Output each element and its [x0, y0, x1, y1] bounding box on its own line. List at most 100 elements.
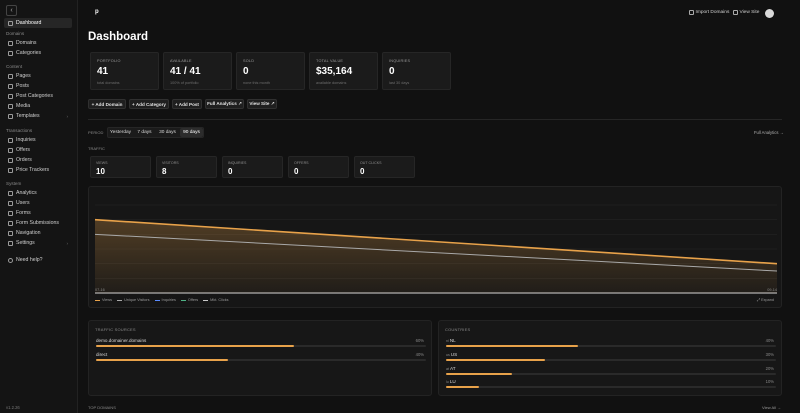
sidebar-item-label: Analytics	[16, 190, 37, 196]
period-option-30-days[interactable]: 30 days	[156, 128, 179, 137]
country-bar-fill	[446, 359, 545, 361]
legend-item-inquiries[interactable]: Inquiries	[154, 298, 176, 302]
traffic-card-out-clicks: OUT CLICKS 0	[354, 156, 415, 178]
help-icon	[8, 257, 13, 263]
sidebar-item-label: Pages	[16, 73, 31, 79]
sidebar-item-users[interactable]: Users	[4, 198, 72, 208]
stat-label: INQUIRIES	[389, 59, 411, 63]
import-domains-link[interactable]: Import Domains	[689, 10, 729, 15]
globe-icon	[8, 40, 13, 46]
add-category-button[interactable]: + Add Category	[129, 99, 169, 109]
stat-sub: none this month	[243, 81, 271, 85]
chevron-left-icon[interactable]: ‹	[6, 5, 17, 16]
chart-icon	[8, 190, 13, 196]
period-option-yesterday[interactable]: Yesterday	[108, 128, 133, 137]
country-bar-track	[446, 359, 776, 361]
add-domain-button[interactable]: + Add Domain	[88, 99, 126, 109]
legend-swatch	[95, 299, 100, 301]
add-post-button[interactable]: + Add Post	[172, 99, 202, 109]
sidebar-item-templates[interactable]: Templates ›	[4, 111, 72, 121]
traffic-card-views: VIEWS 10	[90, 156, 151, 178]
sidebar-item-orders[interactable]: Orders	[4, 155, 72, 165]
legend-label: Offers	[187, 298, 199, 302]
flag-us-icon: us	[446, 353, 450, 357]
view-all-link[interactable]: View All →	[762, 405, 781, 410]
sidebar-item-navigation[interactable]: Navigation	[4, 228, 72, 238]
menu-icon	[8, 230, 13, 236]
country-bar-track	[446, 373, 776, 375]
sidebar-item-media[interactable]: Media	[4, 101, 72, 111]
traffic-card-value: 10	[96, 167, 105, 176]
sidebar-item-label: Dashboard	[16, 20, 42, 26]
legend-item-offers[interactable]: Offers	[180, 298, 199, 302]
divider	[88, 119, 782, 120]
sidebar-item-help[interactable]: Need help?	[4, 255, 72, 265]
sidebar-section-content: Content	[6, 64, 23, 69]
form-icon	[8, 210, 13, 216]
source-bar-fill	[96, 345, 294, 347]
x-tick-label: 07-16	[95, 288, 105, 292]
sidebar-item-analytics[interactable]: Analytics	[4, 188, 72, 198]
users-icon	[8, 200, 13, 206]
sidebar-item-label: Orders	[16, 157, 32, 163]
page-icon	[8, 73, 13, 79]
view-site-button[interactable]: View Site ↗	[247, 99, 277, 109]
sidebar-item-offers[interactable]: Offers	[4, 145, 72, 155]
sidebar-item-price-trackers[interactable]: Price Trackers	[4, 165, 72, 175]
sidebar-item-categories[interactable]: Categories	[4, 48, 72, 58]
expand-chart-button[interactable]: ⤢ Expand	[757, 298, 774, 302]
sidebar-item-domains[interactable]: Domains	[4, 38, 72, 48]
app-version: v1.2.26	[6, 405, 20, 410]
source-name: direct	[96, 352, 108, 357]
country-bar-fill	[446, 345, 578, 347]
legend-label: Inquiries	[161, 298, 176, 302]
chart-legend: Views Unique Visitors Inquiries Offers M…	[95, 298, 229, 302]
logo[interactable]: p	[95, 9, 99, 15]
view-site-link[interactable]: View Site	[733, 10, 759, 15]
sidebar-item-label: Need help?	[16, 257, 43, 263]
source-bar-fill	[96, 359, 228, 361]
legend-item-unique-visitors[interactable]: Unique Visitors	[117, 298, 150, 302]
post-icon	[8, 83, 13, 89]
source-pct: 40%	[415, 352, 424, 357]
traffic-card-value: 0	[360, 167, 365, 176]
template-icon	[8, 113, 13, 119]
sidebar-item-pages[interactable]: Pages	[4, 71, 72, 81]
stat-sub: available domains	[316, 81, 347, 85]
sidebar-item-post-categories[interactable]: Post Categories	[4, 91, 72, 101]
period-option-7-days[interactable]: 7 days	[134, 128, 155, 137]
legend-item-views[interactable]: Views	[95, 298, 112, 302]
avatar[interactable]	[765, 9, 774, 18]
legend-item-mkt-clicks[interactable]: Mkt. Clicks	[203, 298, 229, 302]
country-bar-track	[446, 345, 776, 347]
source-bar-track	[96, 359, 426, 361]
image-icon	[8, 103, 13, 109]
traffic-chart-panel: 07-16 09-14	[88, 186, 782, 308]
sidebar-item-inquiries[interactable]: Inquiries	[4, 135, 72, 145]
stat-sub: last 30 days	[389, 81, 410, 85]
sidebar-item-dashboard[interactable]: Dashboard	[4, 18, 72, 28]
legend-label: Unique Visitors	[124, 298, 150, 302]
full-analytics-link[interactable]: Full Analytics →	[754, 130, 784, 135]
country-row-lu: luLU	[446, 379, 456, 384]
country-name: LU	[449, 379, 456, 384]
panel-title: TRAFFIC SOURCES	[95, 327, 136, 332]
sidebar-item-label: Post Categories	[16, 93, 53, 99]
sidebar-section-domains: Domains	[6, 31, 25, 36]
sidebar-item-label: Users	[16, 200, 30, 206]
sidebar-item-label: Price Trackers	[16, 167, 50, 173]
sidebar-item-settings[interactable]: Settings ›	[4, 238, 72, 248]
country-pct: 30%	[765, 352, 774, 357]
period-option-90-days[interactable]: 90 days	[180, 128, 203, 137]
stat-card-sold: SOLD 0 none this month	[236, 52, 305, 90]
sidebar-item-posts[interactable]: Posts	[4, 81, 72, 91]
sidebar-item-form-submissions[interactable]: Form Submissions	[4, 218, 72, 228]
full-analytics-button[interactable]: Full Analytics ↗	[205, 99, 244, 109]
sidebar-item-forms[interactable]: Forms	[4, 208, 72, 218]
stat-label: AVAILABLE	[170, 59, 192, 63]
chevron-right-icon: ›	[66, 113, 69, 119]
country-pct: 20%	[765, 366, 774, 371]
legend-swatch	[154, 299, 160, 301]
country-bar-fill	[446, 386, 479, 388]
country-row-us: usUS	[446, 352, 457, 357]
